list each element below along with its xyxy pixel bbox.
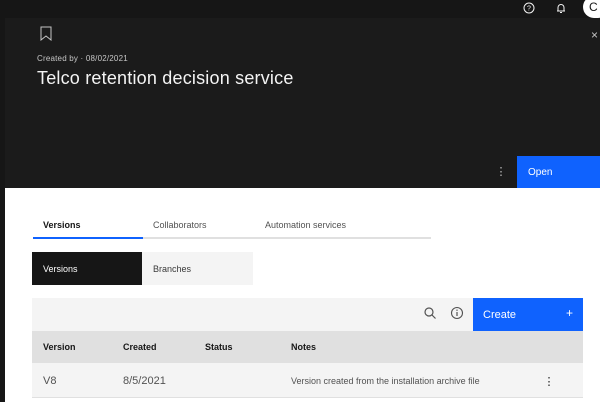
column-header-status[interactable]: Status bbox=[205, 331, 233, 363]
column-header-version[interactable]: Version bbox=[43, 331, 76, 363]
switcher-versions[interactable]: Versions bbox=[32, 252, 142, 285]
cell-version: V8 bbox=[43, 374, 57, 387]
tab-collaborators[interactable]: Collaborators bbox=[143, 213, 254, 239]
panel-overflow-menu-icon[interactable]: ⋮ bbox=[493, 163, 509, 179]
row-overflow-menu-icon[interactable]: ⋮ bbox=[542, 373, 556, 389]
close-icon[interactable]: × bbox=[591, 28, 600, 42]
cell-notes: Version created from the installation ar… bbox=[291, 375, 480, 386]
notification-icon[interactable] bbox=[553, 0, 569, 16]
search-icon[interactable] bbox=[423, 306, 439, 322]
tab-automation-services[interactable]: Automation services bbox=[254, 213, 431, 239]
table-header-row: Version Created Status Notes bbox=[32, 331, 583, 363]
table-row[interactable]: V8 8/5/2021 Version created from the ins… bbox=[32, 363, 583, 398]
content-switcher: Versions Branches bbox=[32, 252, 253, 285]
info-icon[interactable] bbox=[450, 306, 466, 322]
switcher-branches[interactable]: Branches bbox=[142, 252, 253, 285]
service-details-panel: × Created by · 08/02/2021 Telco retentio… bbox=[5, 18, 600, 188]
create-button-label: Create bbox=[483, 308, 517, 321]
create-button[interactable]: Create + bbox=[473, 298, 583, 331]
tab-list: Versions Collaborators Automation servic… bbox=[33, 213, 431, 239]
tab-versions[interactable]: Versions bbox=[33, 213, 143, 239]
user-avatar[interactable]: C bbox=[583, 0, 600, 18]
avatar-initial: C bbox=[589, 0, 598, 14]
cell-created: 8/5/2021 bbox=[123, 374, 166, 387]
column-header-created[interactable]: Created bbox=[123, 331, 157, 363]
table-toolbar: Create + bbox=[32, 298, 583, 331]
add-icon: + bbox=[565, 306, 573, 320]
created-by-text: Created by · 08/02/2021 bbox=[37, 54, 128, 63]
open-button[interactable]: Open bbox=[517, 156, 600, 188]
svg-text:?: ? bbox=[527, 6, 531, 13]
column-header-notes[interactable]: Notes bbox=[291, 331, 316, 363]
content-area: Versions Collaborators Automation servic… bbox=[5, 188, 600, 402]
help-icon[interactable]: ? bbox=[521, 0, 537, 16]
global-header: ? C bbox=[0, 0, 600, 18]
bookmark-icon[interactable] bbox=[40, 26, 54, 42]
page-title: Telco retention decision service bbox=[37, 68, 294, 88]
